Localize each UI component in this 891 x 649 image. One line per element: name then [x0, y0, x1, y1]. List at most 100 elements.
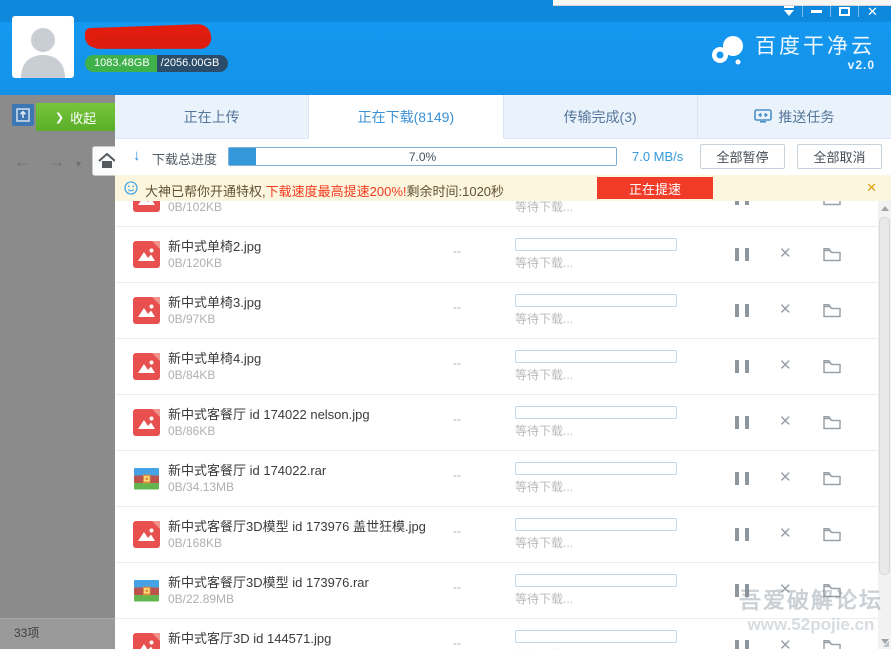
history-caret-icon[interactable]: ▼ [74, 159, 83, 169]
back-icon[interactable]: ← [14, 153, 31, 170]
pause-all-button[interactable]: 全部暂停 [700, 144, 785, 169]
file-size: 0B/97KB [168, 312, 216, 326]
resize-grip[interactable]: ◢ [883, 639, 890, 648]
file-size: 0B/84KB [168, 368, 216, 382]
row-progress-bar [515, 462, 677, 475]
upload-icon [16, 108, 30, 122]
pause-button[interactable] [735, 304, 749, 317]
home-button[interactable] [92, 146, 115, 176]
avatar[interactable] [12, 16, 74, 78]
scrollbar[interactable] [878, 201, 891, 649]
boosting-button[interactable]: 正在提速 [597, 177, 713, 199]
tab-label: 正在上传 [183, 108, 240, 125]
pause-button[interactable] [735, 248, 749, 261]
collapse-button[interactable]: ❯ 收起 [36, 103, 115, 131]
rar-file-icon [134, 580, 159, 602]
app-header: 1083.48GB/2056.00GB 百度干净云 v2.0 [0, 16, 891, 95]
row-status: 等待下载... [515, 424, 574, 438]
total-progress-label: 下载总进度 [152, 152, 218, 167]
pause-button[interactable] [735, 416, 749, 429]
logo-version: v2.0 [847, 58, 875, 72]
tab-bar: 正在上传 正在下载(8149) 传输完成(3) 推送任务 [115, 95, 891, 139]
tab-push-tasks[interactable]: 推送任务 [698, 95, 891, 138]
transfer-panel: 正在上传 正在下载(8149) 传输完成(3) 推送任务 ↓ 下载总进度 7.0… [115, 95, 891, 649]
pause-button[interactable] [735, 201, 749, 205]
tab-completed[interactable]: 传输完成(3) [504, 95, 698, 138]
open-folder-icon[interactable] [823, 471, 841, 486]
row-status: 等待下载... [515, 201, 574, 214]
pause-button[interactable] [735, 472, 749, 485]
notice-text-remaining: 剩余时间:1020秒 [406, 184, 505, 199]
storage-used: 1083.48GB [85, 55, 157, 72]
download-row[interactable]: 新中式客厅3D id 144571.jpg -- 等待下载... ✕ [115, 619, 878, 649]
download-row[interactable]: 新中式客餐厅3D模型 id 173976.rar 0B/22.89MB -- 等… [115, 563, 878, 619]
cancel-button[interactable]: ✕ [779, 201, 792, 205]
minimize-button[interactable] [803, 3, 830, 19]
tab-label: 正在下载(8149) [357, 108, 455, 125]
cancel-button[interactable]: ✕ [779, 638, 792, 649]
row-progress-bar [515, 406, 677, 419]
scroll-up-icon[interactable] [881, 206, 889, 211]
app-logo: 百度干净云 v2.0 [709, 34, 875, 72]
cancel-button[interactable]: ✕ [779, 526, 792, 541]
row-status: 等待下载... [515, 480, 574, 494]
cancel-button[interactable]: ✕ [779, 246, 792, 261]
open-folder-icon[interactable] [823, 303, 841, 318]
download-row[interactable]: 新中式单椅3.jpg 0B/97KB -- 等待下载... ✕ [115, 283, 878, 339]
download-row[interactable]: 新中式客餐厅 id 174022.rar 0B/34.13MB -- 等待下载.… [115, 451, 878, 507]
cancel-button[interactable]: ✕ [779, 414, 792, 429]
file-name: 新中式单椅3.jpg [168, 295, 262, 310]
notice-text-highlight: 下载速度最高提速200%! [265, 184, 407, 199]
scrollbar-thumb[interactable] [879, 217, 890, 575]
pause-button[interactable] [735, 640, 749, 649]
open-folder-icon[interactable] [823, 639, 841, 649]
image-file-icon [133, 353, 160, 380]
open-folder-icon[interactable] [823, 415, 841, 430]
row-speed-placeholder: -- [453, 468, 461, 482]
sidebar-statusbar: 33项 [0, 618, 115, 649]
tab-label: 推送任务 [778, 108, 835, 125]
tab-downloading[interactable]: 正在下载(8149) [309, 95, 504, 139]
redacted-username [84, 23, 212, 49]
row-speed-placeholder: -- [453, 412, 461, 426]
person-silhouette-icon [21, 28, 65, 78]
upload-button[interactable] [12, 104, 34, 126]
pause-button[interactable] [735, 360, 749, 373]
file-name: 新中式客厅3D id 144571.jpg [168, 631, 332, 646]
open-folder-icon[interactable] [823, 527, 841, 542]
notice-close-icon[interactable]: ✕ [866, 180, 877, 196]
nav-row: ← → ▼ [0, 143, 115, 183]
close-button[interactable]: ✕ [859, 3, 886, 19]
maximize-button[interactable] [831, 3, 858, 19]
cancel-button[interactable]: ✕ [779, 358, 792, 373]
open-folder-icon[interactable] [823, 359, 841, 374]
download-row[interactable]: 0B/102KB -- 等待下载... ✕ [115, 201, 878, 227]
tab-uploading[interactable]: 正在上传 [115, 95, 310, 138]
notice-text-normal: 大神已帮你开通特权, [145, 184, 266, 199]
cancel-button[interactable]: ✕ [779, 470, 792, 485]
pause-button[interactable] [735, 528, 749, 541]
row-speed-placeholder: -- [453, 580, 461, 594]
download-row[interactable]: 新中式客餐厅 id 174022 nelson.jpg 0B/86KB -- 等… [115, 395, 878, 451]
rar-file-icon [134, 468, 159, 490]
file-size: 0B/22.89MB [168, 592, 235, 606]
open-folder-icon[interactable] [823, 201, 841, 206]
cancel-button[interactable]: ✕ [779, 302, 792, 317]
download-row[interactable]: 新中式单椅2.jpg 0B/120KB -- 等待下载... ✕ [115, 227, 878, 283]
skin-menu-button[interactable] [775, 3, 802, 19]
open-folder-icon[interactable] [823, 247, 841, 262]
download-row[interactable]: 新中式客餐厅3D模型 id 173976 盖世狂模.jpg 0B/168KB -… [115, 507, 878, 563]
file-name: 新中式客餐厅 id 174022.rar [168, 463, 327, 478]
cancel-all-button[interactable]: 全部取消 [797, 144, 882, 169]
open-folder-icon[interactable] [823, 583, 841, 598]
download-row[interactable]: 新中式单椅4.jpg 0B/84KB -- 等待下载... ✕ [115, 339, 878, 395]
file-name: 新中式客餐厅3D模型 id 173976 盖世狂模.jpg [168, 519, 426, 534]
row-status: 等待下载... [515, 592, 574, 606]
pause-button[interactable] [735, 584, 749, 597]
row-speed-placeholder: -- [453, 201, 461, 202]
forward-icon[interactable]: → [48, 153, 65, 170]
image-file-icon [133, 409, 160, 436]
file-size: 0B/168KB [168, 536, 223, 550]
sidebar: ❯ 收起 ← → ▼ 33项 [0, 95, 115, 649]
cancel-button[interactable]: ✕ [779, 582, 792, 597]
